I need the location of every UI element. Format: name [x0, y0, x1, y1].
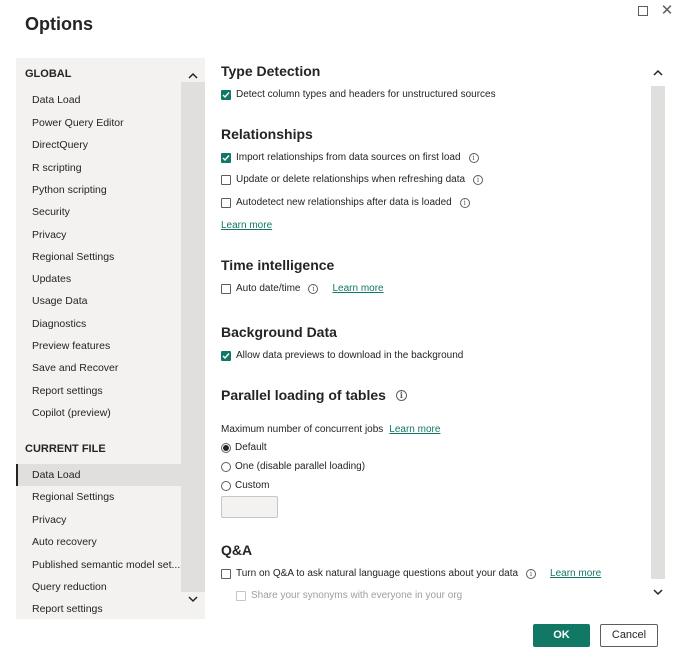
chevron-down-icon[interactable] — [652, 586, 664, 598]
section-title-time-intelligence: Time intelligence — [221, 257, 335, 273]
sidebar-item-python-scripting[interactable]: Python scripting — [16, 179, 181, 201]
checkbox-unchecked[interactable] — [221, 175, 231, 185]
autodetect-relationships-checkbox[interactable]: Autodetect new relationships after data … — [221, 195, 470, 211]
dialog-title: Options — [25, 14, 93, 34]
cancel-button[interactable]: Cancel — [600, 624, 658, 647]
detect-column-types-checkbox[interactable]: Detect column types and headers for unst… — [221, 87, 496, 103]
radio-custom[interactable]: Custom — [221, 478, 269, 494]
info-icon[interactable]: i — [473, 175, 484, 185]
sidebar-item-diagnostics[interactable]: Diagnostics — [16, 313, 181, 335]
relationships-learn-more-link[interactable]: Learn more — [221, 218, 272, 234]
sidebar-item-current-data-load[interactable]: Data Load — [16, 464, 181, 486]
chevron-down-icon[interactable] — [187, 593, 199, 605]
auto-date-time-checkbox[interactable]: Auto date/time i Learn more — [221, 281, 384, 297]
checkbox-checked[interactable] — [221, 90, 231, 100]
content-scroll-thumb[interactable] — [651, 86, 665, 579]
allow-background-preview-checkbox[interactable]: Allow data previews to download in the b… — [221, 348, 463, 364]
chevron-up-icon[interactable] — [652, 67, 664, 79]
checkbox-unchecked[interactable] — [221, 198, 231, 208]
checkbox-label: Allow data previews to download in the b… — [236, 350, 464, 361]
checkbox-checked[interactable] — [221, 153, 231, 163]
sidebar-item-global-data-load[interactable]: Data Load — [16, 89, 181, 111]
radio-one[interactable]: One (disable parallel loading) — [221, 459, 365, 475]
sidebar-item-current-report-settings[interactable]: Report settings — [16, 598, 181, 619]
checkbox-label: Share your synonyms with everyone in you… — [251, 590, 463, 601]
sidebar-item-auto-recovery[interactable]: Auto recovery — [16, 531, 181, 553]
radio-label: Default — [235, 442, 267, 453]
checkbox-checked[interactable] — [221, 351, 231, 361]
checkbox-label: Detect column types and headers for unst… — [236, 89, 496, 100]
info-icon[interactable]: i — [308, 284, 319, 294]
sidebar-item-save-and-recover[interactable]: Save and Recover — [16, 357, 181, 379]
sidebar-item-directquery[interactable]: DirectQuery — [16, 134, 181, 156]
max-concurrent-jobs-row: Maximum number of concurrent jobs Learn … — [221, 422, 440, 438]
info-icon[interactable]: i — [395, 389, 407, 401]
checkbox-label: Update or delete relationships when refr… — [236, 174, 466, 185]
maximize-icon — [638, 6, 648, 16]
close-button[interactable]: ✕ — [660, 2, 674, 19]
radio-label: One (disable parallel loading) — [235, 461, 366, 472]
checkbox-label: Turn on Q&A to ask natural language ques… — [236, 568, 519, 579]
section-title-qna: Q&A — [221, 542, 253, 558]
custom-jobs-input[interactable] — [221, 496, 278, 518]
sidebar-item-global-privacy[interactable]: Privacy — [16, 224, 181, 246]
turn-on-qna-checkbox[interactable]: Turn on Q&A to ask natural language ques… — [221, 566, 601, 582]
sidebar-scrollbar[interactable] — [181, 58, 205, 619]
chevron-up-icon[interactable] — [187, 70, 199, 82]
share-synonyms-checkbox: Share your synonyms with everyone in you… — [236, 588, 462, 604]
checkbox-label: Auto date/time — [236, 283, 301, 294]
section-title-relationships: Relationships — [221, 126, 313, 142]
section-title-type-detection: Type Detection — [221, 63, 321, 79]
checkbox-label: Autodetect new relationships after data … — [236, 197, 452, 208]
max-concurrent-jobs-label: Maximum number of concurrent jobs — [221, 424, 384, 435]
sidebar-item-published-semantic-model[interactable]: Published semantic model set... — [16, 554, 181, 576]
sidebar-item-updates[interactable]: Updates — [16, 268, 181, 290]
info-icon[interactable]: i — [459, 198, 470, 208]
checkbox-label: Import relationships from data sources o… — [236, 152, 461, 163]
radio-default[interactable]: Default — [221, 440, 267, 456]
ok-button[interactable]: OK — [533, 624, 590, 647]
checkbox-disabled — [236, 591, 246, 601]
options-content: Type Detection Detect column types and h… — [221, 58, 641, 618]
parallel-title-text: Parallel loading of tables — [221, 387, 386, 403]
sidebar-header-global: GLOBAL — [25, 68, 72, 80]
sidebar-scroll-thumb[interactable] — [181, 82, 205, 592]
sidebar-item-security[interactable]: Security — [16, 201, 181, 223]
maximize-button[interactable] — [636, 4, 650, 18]
close-icon: ✕ — [660, 2, 674, 19]
update-relationships-checkbox[interactable]: Update or delete relationships when refr… — [221, 172, 484, 188]
qna-learn-more-link[interactable]: Learn more — [550, 566, 601, 582]
options-sidebar: GLOBAL Data Load Power Query Editor Dire… — [16, 58, 205, 619]
sidebar-item-usage-data[interactable]: Usage Data — [16, 290, 181, 312]
content-scrollbar[interactable] — [651, 58, 665, 606]
sidebar-item-current-privacy[interactable]: Privacy — [16, 509, 181, 531]
radio-button-selected[interactable] — [221, 443, 231, 453]
radio-button[interactable] — [221, 462, 231, 472]
sidebar-item-query-reduction[interactable]: Query reduction — [16, 576, 181, 598]
parallel-learn-more-link[interactable]: Learn more — [389, 422, 440, 438]
section-title-parallel-loading: Parallel loading of tables i — [221, 387, 407, 403]
info-icon[interactable]: i — [526, 569, 537, 579]
sidebar-item-global-report-settings[interactable]: Report settings — [16, 380, 181, 402]
sidebar-item-global-regional-settings[interactable]: Regional Settings — [16, 246, 181, 268]
checkbox-unchecked[interactable] — [221, 569, 231, 579]
section-title-background-data: Background Data — [221, 324, 337, 340]
info-icon[interactable]: i — [468, 153, 479, 163]
sidebar-item-current-regional-settings[interactable]: Regional Settings — [16, 486, 181, 508]
radio-label: Custom — [235, 480, 270, 491]
checkbox-unchecked[interactable] — [221, 284, 231, 294]
sidebar-item-r-scripting[interactable]: R scripting — [16, 157, 181, 179]
sidebar-item-power-query-editor[interactable]: Power Query Editor — [16, 112, 181, 134]
sidebar-item-copilot[interactable]: Copilot (preview) — [16, 402, 181, 424]
sidebar-header-current-file: CURRENT FILE — [25, 443, 106, 455]
relationships-learn-more-row: Learn more — [221, 218, 272, 234]
sidebar-item-preview-features[interactable]: Preview features — [16, 335, 181, 357]
time-intelligence-learn-more-link[interactable]: Learn more — [332, 281, 383, 297]
radio-button[interactable] — [221, 481, 231, 491]
import-relationships-checkbox[interactable]: Import relationships from data sources o… — [221, 150, 479, 166]
